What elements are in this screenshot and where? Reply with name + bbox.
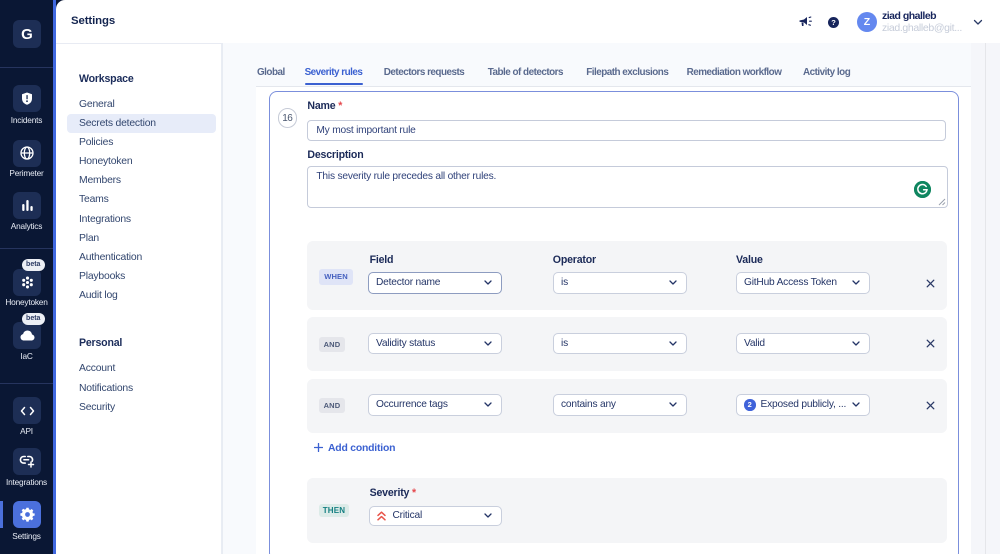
svg-text:?: ? [831, 18, 836, 27]
